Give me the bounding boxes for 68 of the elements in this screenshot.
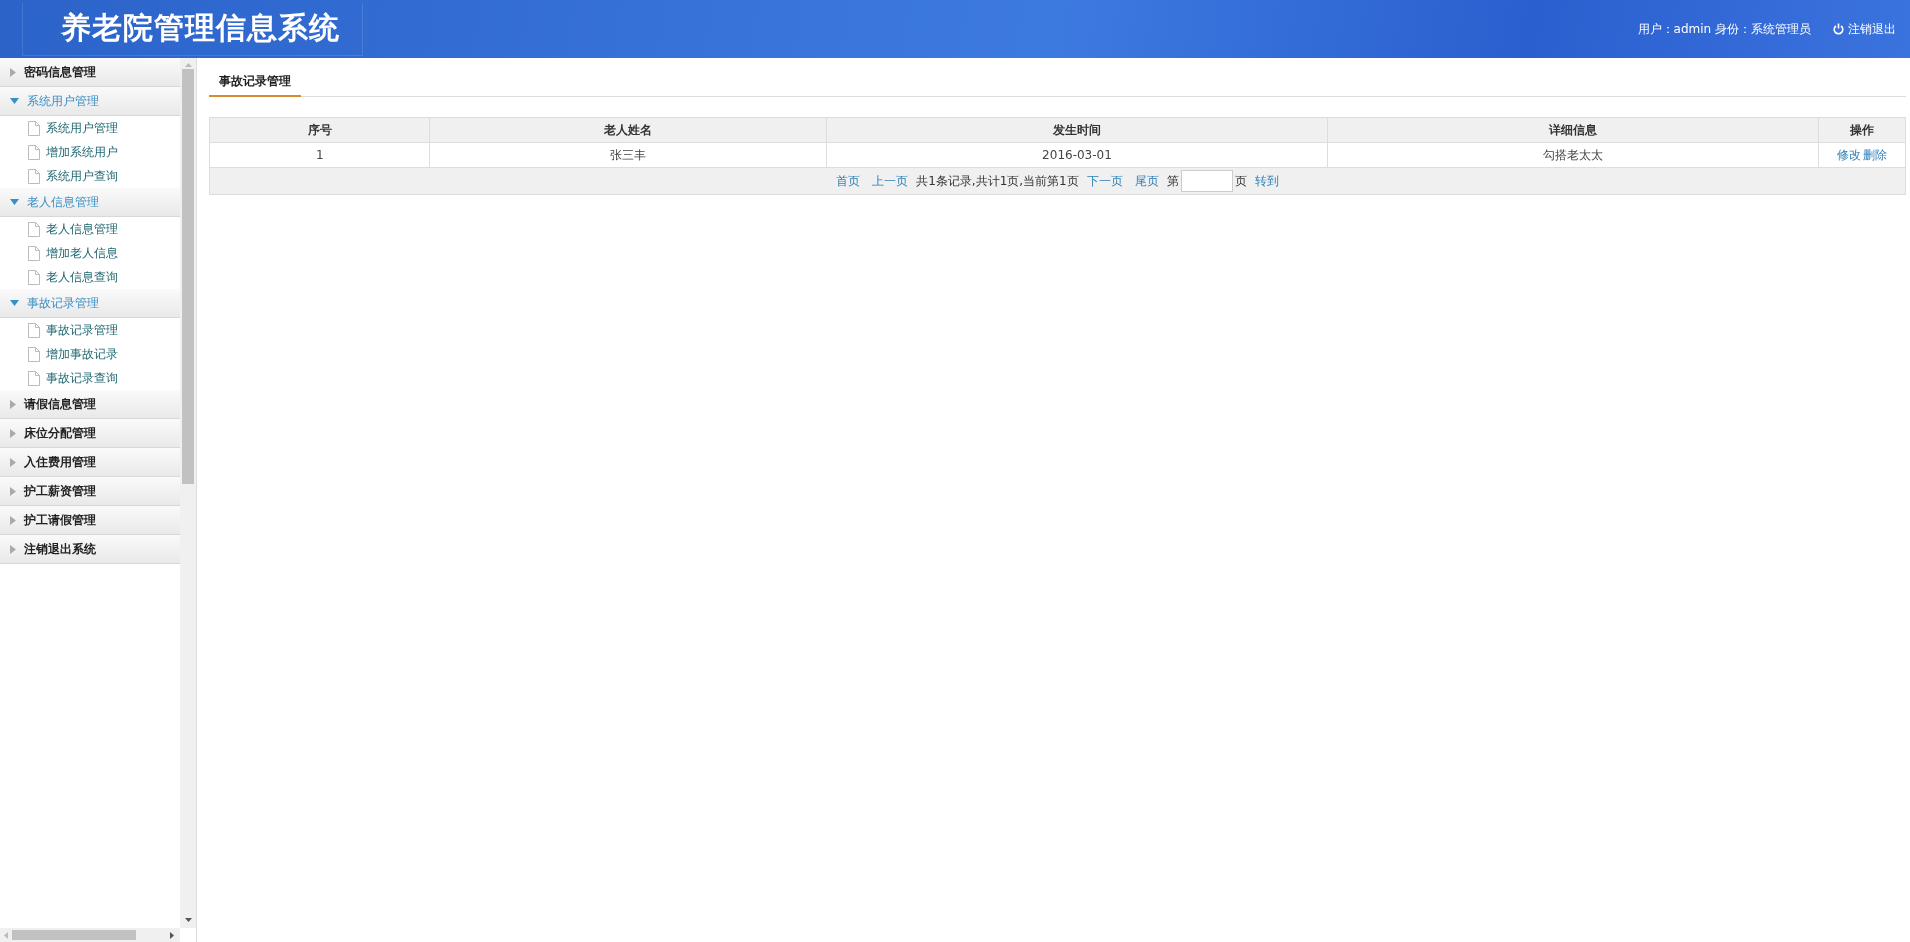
- scroll-left-icon[interactable]: [4, 931, 8, 939]
- column-header: 老人姓名: [429, 117, 827, 143]
- caret-down-icon: [10, 98, 19, 104]
- row-action-link[interactable]: 修改: [1836, 146, 1863, 164]
- power-icon: [1833, 23, 1844, 35]
- logout-button[interactable]: 注销退出: [1833, 20, 1896, 38]
- menu-item[interactable]: 事故记录查询: [0, 366, 180, 390]
- pager-text: 共1条记录,共计1页,当前第1页: [916, 172, 1079, 190]
- menu-group-header[interactable]: 护工薪资管理: [0, 477, 180, 506]
- menu-group-header[interactable]: 床位分配管理: [0, 419, 180, 448]
- document-icon: [28, 120, 40, 136]
- document-icon: [28, 322, 40, 338]
- menu-group-header[interactable]: 护工请假管理: [0, 506, 180, 535]
- column-header: 发生时间: [826, 117, 1328, 143]
- caret-down-icon: [10, 199, 19, 205]
- caret-down-icon: [10, 300, 19, 306]
- menu-item[interactable]: 老人信息查询: [0, 265, 180, 289]
- table-cell: 1: [209, 142, 430, 168]
- tab[interactable]: 事故记录管理: [209, 68, 301, 97]
- pager-link[interactable]: 首页: [836, 172, 861, 190]
- menu-group-header[interactable]: 入住费用管理: [0, 448, 180, 477]
- column-header: 操作: [1818, 117, 1906, 143]
- scrollbar-thumb[interactable]: [182, 69, 194, 484]
- caret-right-icon: [10, 67, 16, 77]
- caret-right-icon: [10, 428, 16, 438]
- column-header: 详细信息: [1327, 117, 1819, 143]
- menu-item[interactable]: 老人信息管理: [0, 217, 180, 241]
- scroll-down-icon[interactable]: [184, 918, 192, 922]
- table-cell: 2016-03-01: [826, 142, 1328, 168]
- column-header: 序号: [209, 117, 430, 143]
- pager-link[interactable]: 尾页: [1134, 172, 1159, 190]
- menu-item[interactable]: 增加老人信息: [0, 241, 180, 265]
- row-action-link[interactable]: 删除: [1862, 146, 1889, 164]
- app-title: 养老院管理信息系统: [22, 2, 363, 56]
- page-number-input[interactable]: [1180, 170, 1233, 192]
- document-icon: [28, 168, 40, 184]
- menu-group-header[interactable]: 注销退出系统: [0, 535, 180, 564]
- document-icon: [28, 346, 40, 362]
- pager-text: 页: [1234, 172, 1247, 190]
- user-info: 用户：admin 身份：系统管理员: [1637, 20, 1811, 38]
- menu-group-header[interactable]: 请假信息管理: [0, 390, 180, 419]
- menu-item[interactable]: 系统用户查询: [0, 164, 180, 188]
- menu-item[interactable]: 系统用户管理: [0, 116, 180, 140]
- scroll-up-icon[interactable]: [184, 63, 192, 67]
- menu-group-header[interactable]: 密码信息管理: [0, 58, 180, 87]
- document-icon: [28, 221, 40, 237]
- table-cell: 张三丰: [429, 142, 827, 168]
- pager-link[interactable]: 转到: [1254, 172, 1279, 190]
- vertical-scrollbar[interactable]: [180, 58, 196, 928]
- scrollbar-thumb[interactable]: [12, 930, 136, 940]
- document-icon: [28, 144, 40, 160]
- horizontal-scrollbar[interactable]: [0, 928, 180, 942]
- document-icon: [28, 370, 40, 386]
- caret-right-icon: [10, 457, 16, 467]
- menu-item[interactable]: 增加事故记录: [0, 342, 180, 366]
- scroll-right-icon[interactable]: [170, 931, 174, 939]
- pager-link[interactable]: 上一页: [872, 172, 909, 190]
- menu-item[interactable]: 事故记录管理: [0, 318, 180, 342]
- caret-right-icon: [10, 399, 16, 409]
- caret-right-icon: [10, 515, 16, 525]
- caret-right-icon: [10, 486, 16, 496]
- document-icon: [28, 269, 40, 285]
- caret-right-icon: [10, 544, 16, 554]
- table-cell: 勾搭老太太: [1327, 142, 1819, 168]
- pager-text: 第: [1166, 172, 1179, 190]
- menu-item[interactable]: 增加系统用户: [0, 140, 180, 164]
- pager-link[interactable]: 下一页: [1086, 172, 1123, 190]
- document-icon: [28, 245, 40, 261]
